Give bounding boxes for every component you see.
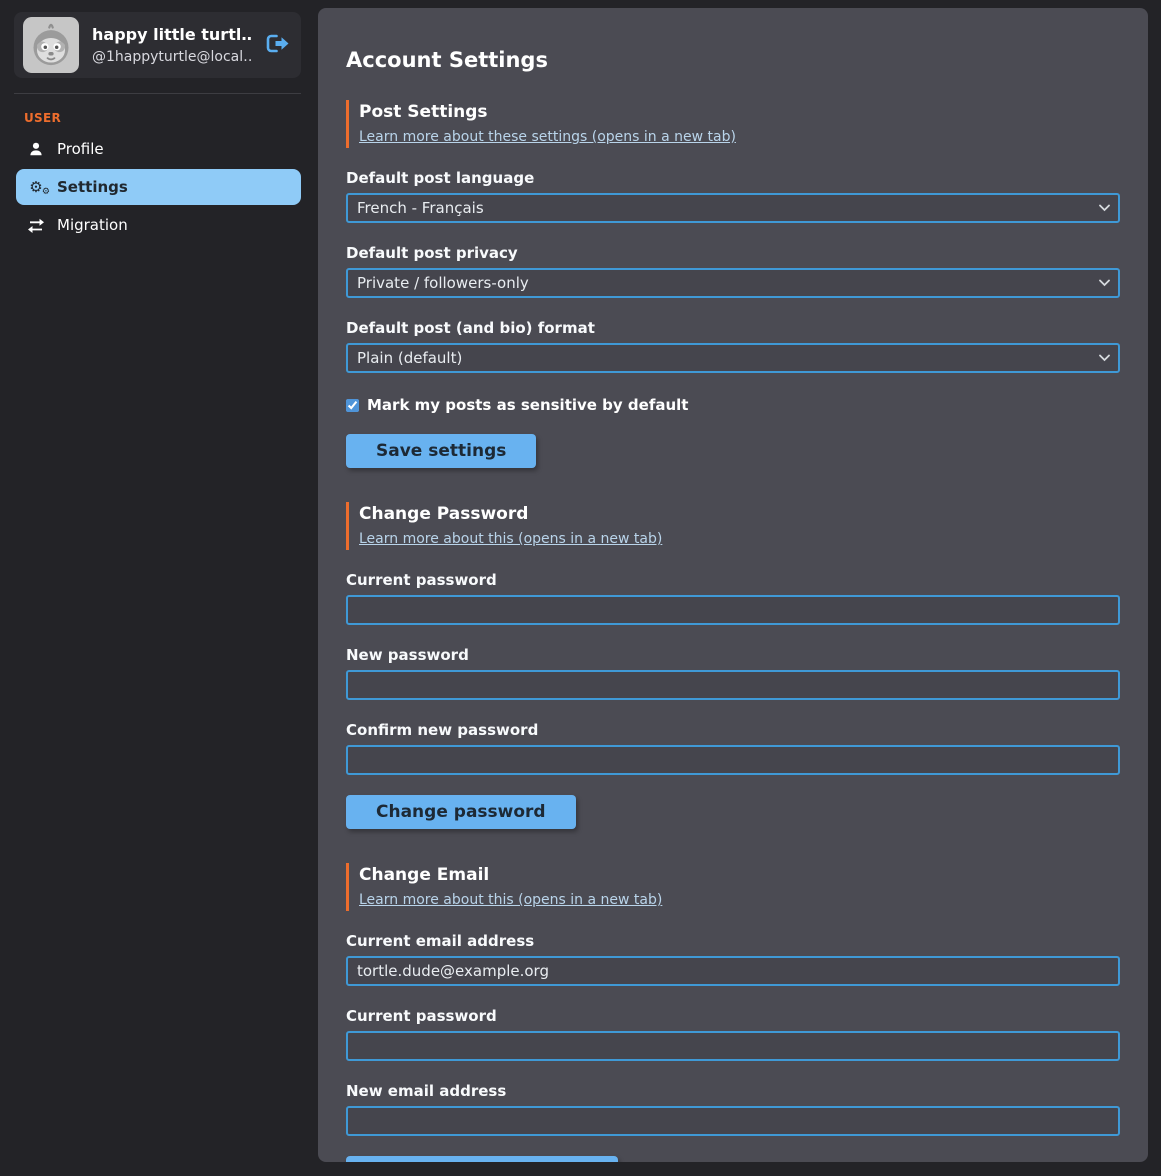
- default-post-language-select[interactable]: French - Français: [346, 193, 1120, 223]
- confirm-new-password-input[interactable]: [346, 745, 1120, 775]
- transfer-icon: [26, 218, 46, 233]
- default-post-privacy-field: Default post privacy Private / followers…: [346, 244, 1120, 298]
- email-current-password-field: Current password: [346, 1007, 1120, 1061]
- section-title: Post Settings: [359, 102, 1120, 122]
- field-label: Default post privacy: [346, 244, 1120, 262]
- new-password-field: New password: [346, 646, 1120, 700]
- sensitive-checkbox[interactable]: [346, 399, 359, 412]
- current-email-field: Current email address: [346, 932, 1120, 986]
- change-email-learn-more-link[interactable]: Learn more about this (opens in a new ta…: [359, 892, 662, 908]
- field-label: Current email address: [346, 932, 1120, 950]
- sensitive-checkbox-label: Mark my posts as sensitive by default: [367, 396, 688, 414]
- field-label: New password: [346, 646, 1120, 664]
- field-label: Default post language: [346, 169, 1120, 187]
- save-settings-button[interactable]: Save settings: [346, 434, 536, 468]
- user-info: happy little turtl… @1happyturtle@local…: [92, 25, 251, 65]
- user-icon: [26, 141, 46, 157]
- field-label: Current password: [346, 571, 1120, 589]
- section-header: Post Settings Learn more about these set…: [346, 100, 1120, 148]
- section-title: Change Email: [359, 865, 1120, 885]
- sidebar-item-label: Settings: [57, 178, 128, 196]
- new-email-field: New email address: [346, 1082, 1120, 1136]
- user-handle: @1happyturtle@local…: [92, 49, 251, 65]
- logout-button[interactable]: [264, 32, 292, 58]
- section-title: Change Password: [359, 504, 1120, 524]
- confirm-new-password-field: Confirm new password: [346, 721, 1120, 775]
- sidebar-item-profile[interactable]: Profile: [16, 131, 301, 167]
- sidebar-item-settings[interactable]: ⚙⚙ Settings: [16, 169, 301, 205]
- change-password-learn-more-link[interactable]: Learn more about this (opens in a new ta…: [359, 531, 662, 547]
- change-password-section: Change Password Learn more about this (o…: [346, 502, 1120, 829]
- new-email-input[interactable]: [346, 1106, 1120, 1136]
- sidebar: happy little turtl… @1happyturtle@local……: [0, 0, 318, 1176]
- change-email-section: Change Email Learn more about this (open…: [346, 863, 1120, 1162]
- post-settings-learn-more-link[interactable]: Learn more about these settings (opens i…: [359, 129, 736, 145]
- sidebar-item-label: Migration: [57, 216, 128, 234]
- page-title: Account Settings: [346, 48, 1120, 72]
- sidebar-item-label: Profile: [57, 140, 104, 158]
- field-label: Confirm new password: [346, 721, 1120, 739]
- sensitive-checkbox-row: Mark my posts as sensitive by default: [346, 396, 1120, 414]
- user-card: happy little turtl… @1happyturtle@local…: [14, 12, 301, 78]
- post-settings-section: Post Settings Learn more about these set…: [346, 100, 1120, 468]
- sign-out-icon: [266, 34, 290, 53]
- gears-icon: ⚙⚙: [26, 180, 46, 195]
- section-header: Change Email Learn more about this (open…: [346, 863, 1120, 911]
- email-current-password-input[interactable]: [346, 1031, 1120, 1061]
- section-header: Change Password Learn more about this (o…: [346, 502, 1120, 550]
- sloth-avatar: [23, 17, 79, 73]
- default-post-format-select[interactable]: Plain (default): [346, 343, 1120, 373]
- default-post-privacy-select[interactable]: Private / followers-only: [346, 268, 1120, 298]
- change-email-button[interactable]: Change email address: [346, 1156, 618, 1162]
- current-password-field: Current password: [346, 571, 1120, 625]
- user-display-name: happy little turtl…: [92, 25, 251, 44]
- field-label: Default post (and bio) format: [346, 319, 1120, 337]
- sidebar-divider: [14, 93, 301, 94]
- new-password-input[interactable]: [346, 670, 1120, 700]
- default-post-format-field: Default post (and bio) format Plain (def…: [346, 319, 1120, 373]
- default-post-language-field: Default post language French - Français: [346, 169, 1120, 223]
- sidebar-nav: Profile ⚙⚙ Settings Migration: [16, 131, 318, 243]
- sidebar-section-label: USER: [24, 111, 318, 125]
- field-label: New email address: [346, 1082, 1120, 1100]
- account-settings-panel: Account Settings Post Settings Learn mor…: [318, 8, 1148, 1162]
- field-label: Current password: [346, 1007, 1120, 1025]
- change-password-button[interactable]: Change password: [346, 795, 576, 829]
- sidebar-item-migration[interactable]: Migration: [16, 207, 301, 243]
- current-password-input[interactable]: [346, 595, 1120, 625]
- current-email-input[interactable]: [346, 956, 1120, 986]
